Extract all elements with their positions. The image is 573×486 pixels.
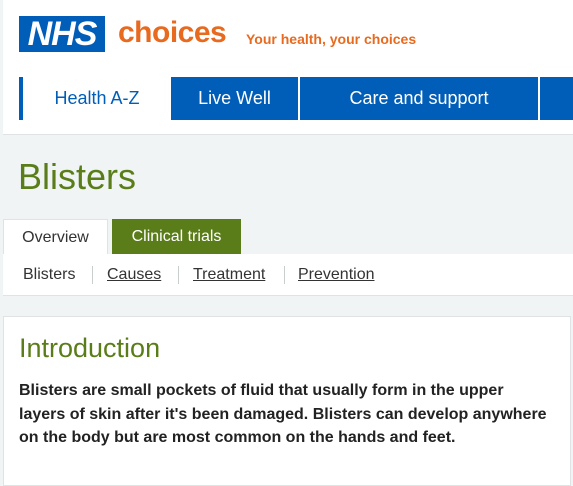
subnav-link-prevention[interactable]: Prevention xyxy=(298,265,375,285)
main-nav: Health A-Z Live Well Care and support xyxy=(19,77,573,120)
nav-item-care-and-support[interactable]: Care and support xyxy=(300,77,538,120)
subnav-item-blisters: Blisters xyxy=(23,266,76,283)
subnav-link-treatment[interactable]: Treatment xyxy=(193,265,265,285)
intro-heading: Introduction xyxy=(19,333,161,363)
site-header: NHS choices Your health, your choices He… xyxy=(3,0,573,135)
tagline: Your health, your choices xyxy=(246,31,417,47)
subnav-divider xyxy=(284,266,285,284)
subnav-link-causes[interactable]: Causes xyxy=(107,265,161,285)
subnav-divider xyxy=(178,266,179,284)
subnav-divider xyxy=(92,266,93,284)
content-tabs: Overview Clinical trials xyxy=(3,219,573,255)
nav-item-overflow[interactable] xyxy=(540,77,573,120)
nhs-logo[interactable]: NHS xyxy=(19,16,105,52)
choices-wordmark[interactable]: choices xyxy=(118,14,227,52)
page-title: Blisters xyxy=(18,156,137,197)
tab-overview[interactable]: Overview xyxy=(3,219,108,255)
intro-panel: Introduction Blisters are small pockets … xyxy=(3,316,571,486)
section-subnav: Blisters Causes Treatment Prevention xyxy=(3,254,573,296)
nav-item-health-a-z[interactable]: Health A-Z xyxy=(19,77,171,120)
tab-clinical-trials[interactable]: Clinical trials xyxy=(112,219,241,255)
intro-body: Blisters are small pockets of fluid that… xyxy=(19,382,547,446)
nav-item-live-well[interactable]: Live Well xyxy=(171,77,298,120)
